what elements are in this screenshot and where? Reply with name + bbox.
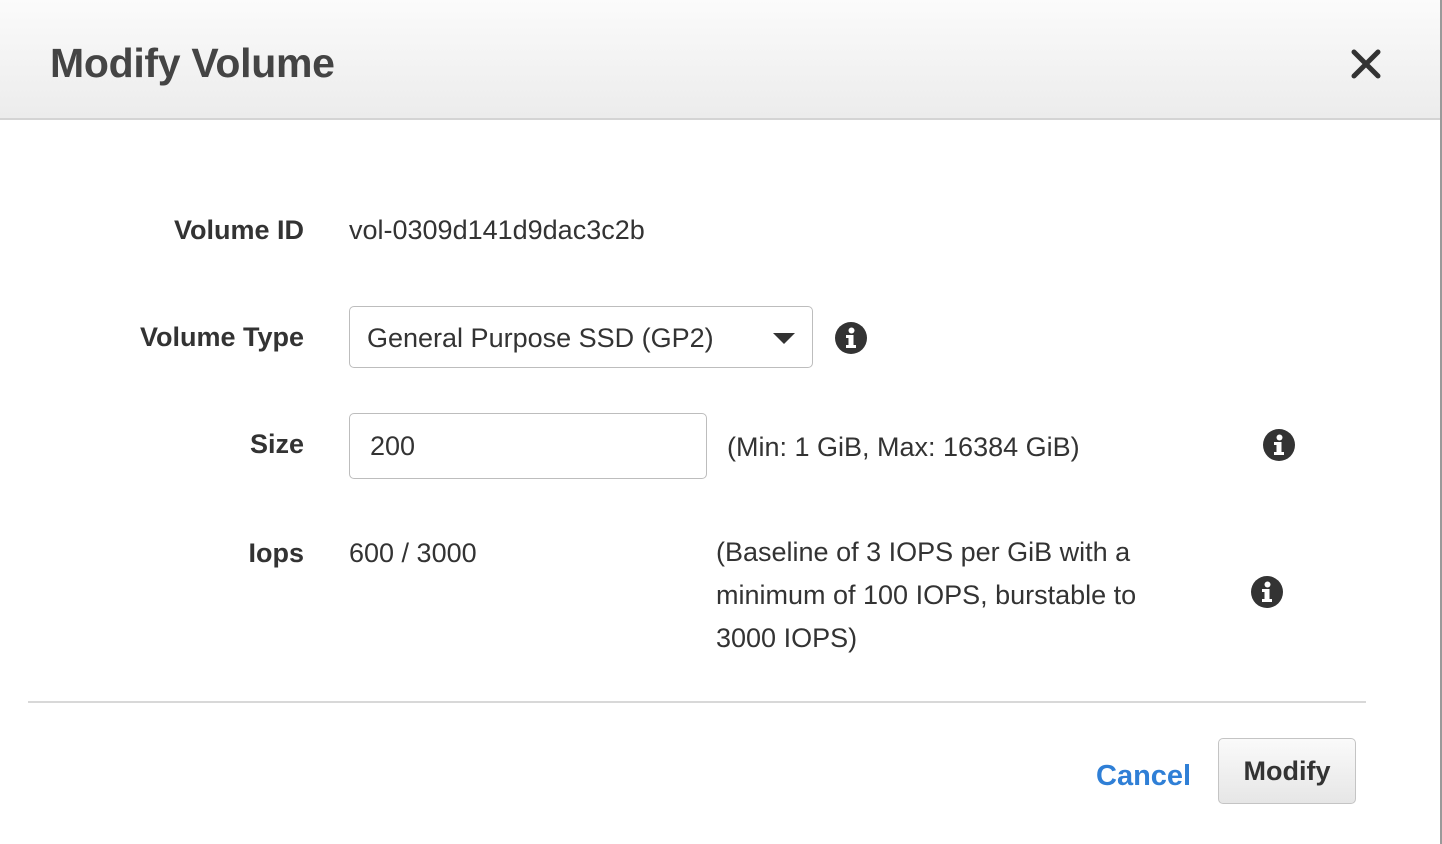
cancel-button[interactable]: Cancel	[1096, 760, 1191, 793]
iops-value: 600 / 3000	[349, 538, 477, 568]
footer-divider	[28, 701, 1366, 703]
volume-type-label: Volume Type	[139, 322, 304, 352]
size-hint: (Min: 1 GiB, Max: 16384 GiB)	[727, 432, 1080, 462]
dialog-title: Modify Volume	[50, 40, 335, 86]
volume-id-label: Volume ID	[173, 215, 304, 245]
info-icon[interactable]	[834, 321, 868, 355]
close-icon[interactable]	[1346, 42, 1386, 86]
size-label: Size	[249, 429, 304, 459]
volume-id-value: vol-0309d141d9dac3c2b	[349, 215, 645, 245]
iops-hint: (Baseline of 3 IOPS per GiB with a minim…	[716, 531, 1136, 660]
size-input[interactable]	[349, 413, 707, 479]
modify-volume-dialog: Modify Volume Volume ID vol-0309d141d9da…	[0, 0, 1442, 844]
iops-hint-line: 3000 IOPS)	[716, 623, 858, 653]
iops-label: Iops	[248, 538, 304, 568]
volume-type-select[interactable]: General Purpose SSD (GP2)	[349, 306, 813, 368]
info-icon[interactable]	[1262, 428, 1296, 462]
info-icon[interactable]	[1250, 575, 1284, 609]
iops-hint-line: minimum of 100 IOPS, burstable to	[716, 580, 1137, 610]
chevron-down-icon	[773, 333, 795, 344]
modify-button[interactable]: Modify	[1218, 738, 1356, 804]
dialog-header: Modify Volume	[0, 0, 1440, 120]
iops-hint-line: (Baseline of 3 IOPS per GiB with a	[716, 537, 1131, 567]
volume-type-selected-value: General Purpose SSD (GP2)	[367, 323, 714, 353]
